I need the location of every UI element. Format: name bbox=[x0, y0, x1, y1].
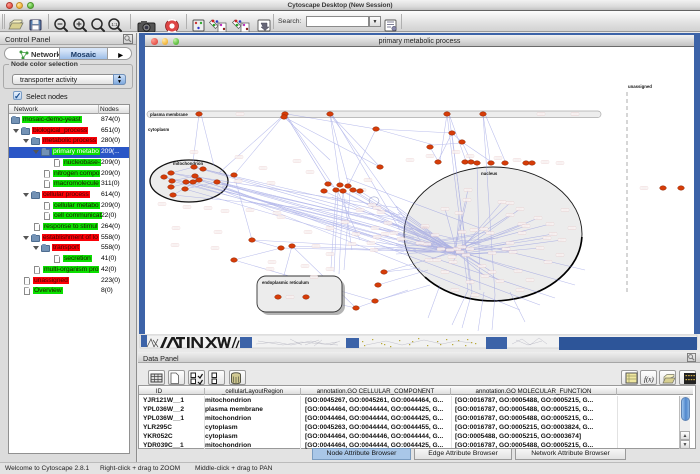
svg-text:plasma membrane: plasma membrane bbox=[150, 112, 188, 117]
svg-text:f(x): f(x) bbox=[644, 376, 654, 384]
svg-text:nucleus: nucleus bbox=[481, 171, 498, 176]
svg-text:endoplasmic reticulum: endoplasmic reticulum bbox=[262, 280, 309, 285]
svg-text:1:1: 1:1 bbox=[111, 22, 118, 27]
svg-text:mitochondrion: mitochondrion bbox=[173, 161, 203, 166]
svg-text:cytoplasm: cytoplasm bbox=[148, 127, 169, 132]
svg-text:unassigned: unassigned bbox=[628, 84, 652, 89]
